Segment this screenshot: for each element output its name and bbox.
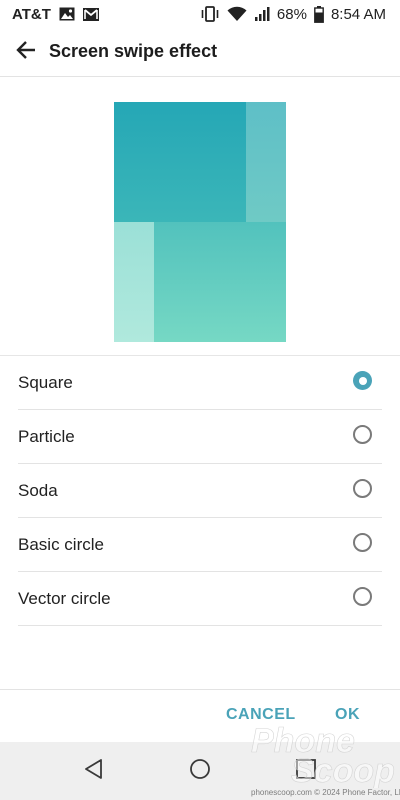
nav-home-button[interactable]: [183, 754, 217, 788]
preview-tile-bottom: [154, 222, 286, 342]
option-square[interactable]: Square: [0, 356, 400, 410]
app-bar: Screen swipe effect: [0, 28, 400, 77]
radio-selected[interactable]: [353, 371, 372, 390]
option-vector-circle[interactable]: Vector circle: [0, 572, 400, 626]
wifi-icon: [227, 6, 247, 22]
option-label: Soda: [18, 481, 58, 500]
option-particle[interactable]: Particle: [0, 410, 400, 464]
radio-unselected[interactable]: [353, 479, 372, 498]
battery-percent: 68%: [276, 5, 307, 23]
option-label: Vector circle: [18, 589, 111, 608]
back-button[interactable]: [8, 34, 44, 70]
nav-back-button[interactable]: [77, 754, 111, 788]
status-right: 68% 8:54 AM: [200, 0, 386, 28]
gmail-icon: [82, 7, 99, 21]
back-triangle-icon: [83, 758, 105, 785]
status-left: AT&T: [12, 0, 99, 28]
page-title: Screen swipe effect: [49, 41, 218, 61]
radio-unselected[interactable]: [353, 587, 372, 606]
actions-divider: [0, 689, 400, 690]
option-basic-circle[interactable]: Basic circle: [0, 518, 400, 572]
option-label: Particle: [18, 427, 75, 446]
cancel-button[interactable]: CANCEL: [226, 706, 296, 724]
watermark-footer: phonescoop.com © 2024 Phone Factor, LLC: [251, 788, 400, 797]
effect-options-list: Square Particle Soda Basic circle Vector…: [0, 356, 400, 626]
ok-button[interactable]: OK: [335, 706, 360, 724]
battery-icon: [314, 5, 324, 23]
radio-unselected[interactable]: [353, 425, 372, 444]
status-time: 8:54 AM: [330, 5, 386, 23]
status-bar: AT&T 68% 8:54 AM: [0, 0, 400, 28]
recent-square-icon: [295, 758, 317, 785]
preview-tile-top-right: [246, 102, 286, 222]
nav-recent-button[interactable]: [289, 754, 323, 788]
preview-tile-bottom-left: [114, 222, 154, 342]
image-icon: [59, 7, 75, 21]
arrow-left-icon: [15, 39, 37, 66]
effect-preview: [114, 102, 286, 342]
vibrate-icon: [200, 6, 220, 22]
option-soda[interactable]: Soda: [0, 464, 400, 518]
carrier-label: AT&T: [12, 5, 51, 23]
preview-tile-top: [114, 102, 246, 222]
radio-unselected[interactable]: [353, 533, 372, 552]
option-label: Basic circle: [18, 535, 104, 554]
signal-icon: [254, 6, 270, 22]
home-circle-icon: [189, 758, 211, 785]
option-label: Square: [18, 373, 73, 392]
